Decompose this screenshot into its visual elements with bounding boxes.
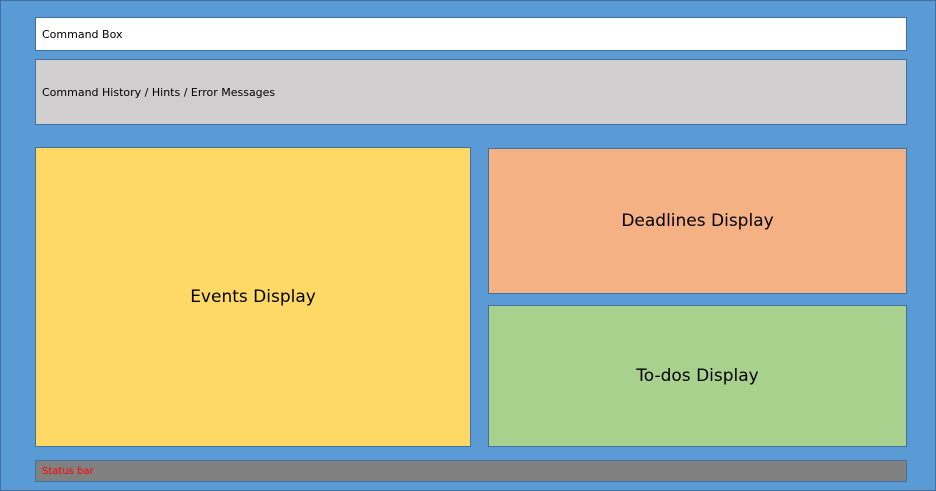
events-display-panel: Events Display xyxy=(35,147,471,447)
deadlines-display-label: Deadlines Display xyxy=(621,211,774,231)
todos-display-label: To-dos Display xyxy=(636,366,759,386)
events-display-label: Events Display xyxy=(190,287,316,307)
ui-mockup-frame: Command Box Command History / Hints / Er… xyxy=(0,0,936,491)
status-bar: Status bar xyxy=(35,460,907,482)
command-box[interactable]: Command Box xyxy=(35,17,907,51)
command-history-label: Command History / Hints / Error Messages xyxy=(42,85,276,99)
command-history-panel: Command History / Hints / Error Messages xyxy=(35,59,907,125)
deadlines-display-panel: Deadlines Display xyxy=(488,148,907,294)
command-box-label: Command Box xyxy=(42,27,123,41)
todos-display-panel: To-dos Display xyxy=(488,305,907,447)
status-bar-label: Status bar xyxy=(42,465,94,477)
